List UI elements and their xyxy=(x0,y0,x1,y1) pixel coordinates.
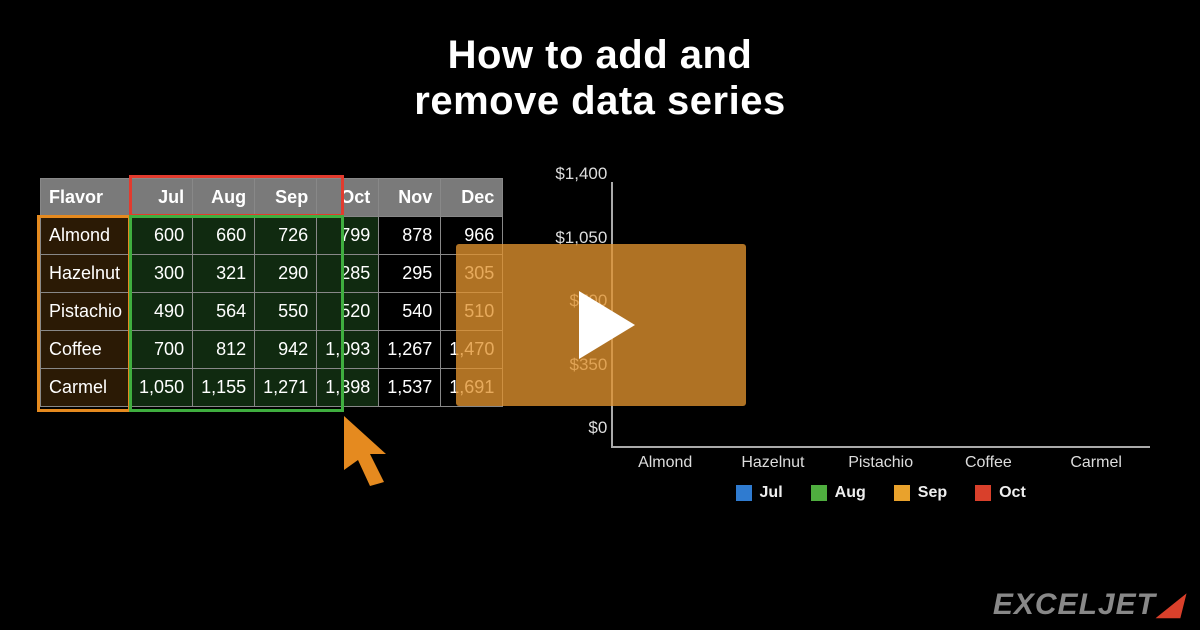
page-title: How to add and remove data series xyxy=(0,0,1200,124)
title-line-1: How to add and xyxy=(448,33,753,77)
y-tick: $1,400 xyxy=(543,164,607,184)
play-button[interactable] xyxy=(456,244,746,406)
cell[interactable]: 1,398 xyxy=(317,369,379,407)
legend-swatch-icon xyxy=(736,485,752,501)
cell[interactable]: 490 xyxy=(131,293,193,331)
x-label: Hazelnut xyxy=(719,454,827,472)
x-label: Carmel xyxy=(1042,454,1150,472)
legend-swatch-icon xyxy=(975,485,991,501)
cell[interactable]: 799 xyxy=(317,217,379,255)
cell[interactable]: 942 xyxy=(255,331,317,369)
legend-item: Jul xyxy=(736,484,783,502)
cell[interactable]: 1,537 xyxy=(379,369,441,407)
title-line-2: remove data series xyxy=(414,79,785,123)
cell[interactable]: 285 xyxy=(317,255,379,293)
cell[interactable]: 290 xyxy=(255,255,317,293)
cell[interactable]: 660 xyxy=(193,217,255,255)
cell[interactable]: 1,093 xyxy=(317,331,379,369)
play-icon xyxy=(579,291,635,359)
chart-x-axis: Almond Hazelnut Pistachio Coffee Carmel xyxy=(611,454,1150,472)
cell[interactable]: 1,155 xyxy=(193,369,255,407)
legend-label: Sep xyxy=(918,484,947,502)
legend-swatch-icon xyxy=(811,485,827,501)
cell[interactable]: 564 xyxy=(193,293,255,331)
col-header-sep[interactable]: Sep xyxy=(255,179,317,217)
chart-legend: Jul Aug Sep Oct xyxy=(611,484,1150,502)
x-label: Almond xyxy=(611,454,719,472)
x-label: Coffee xyxy=(935,454,1043,472)
cell[interactable]: 1,050 xyxy=(131,369,193,407)
table-row[interactable]: Pistachio 490 564 550 520 540 510 xyxy=(41,293,503,331)
table-row[interactable]: Almond 600 660 726 799 878 966 xyxy=(41,217,503,255)
col-header-oct[interactable]: Oct xyxy=(317,179,379,217)
cell[interactable]: 300 xyxy=(131,255,193,293)
legend-item: Aug xyxy=(811,484,866,502)
col-header-aug[interactable]: Aug xyxy=(193,179,255,217)
cell[interactable]: 520 xyxy=(317,293,379,331)
cell[interactable]: 1,271 xyxy=(255,369,317,407)
cell[interactable]: 321 xyxy=(193,255,255,293)
table-row[interactable]: Carmel 1,050 1,155 1,271 1,398 1,537 1,6… xyxy=(41,369,503,407)
brand-logo: EXCELJET◢ xyxy=(993,587,1182,622)
col-header-nov[interactable]: Nov xyxy=(379,179,441,217)
cell[interactable]: 700 xyxy=(131,331,193,369)
legend-label: Aug xyxy=(835,484,866,502)
row-label[interactable]: Carmel xyxy=(41,369,131,407)
cell[interactable]: 1,267 xyxy=(379,331,441,369)
y-tick: $0 xyxy=(543,418,607,438)
legend-label: Jul xyxy=(760,484,783,502)
legend-item: Sep xyxy=(894,484,947,502)
brand-accent-icon: ◢ xyxy=(1158,588,1182,621)
cell[interactable]: 295 xyxy=(379,255,441,293)
cell[interactable]: 812 xyxy=(193,331,255,369)
table-row[interactable]: Hazelnut 300 321 290 285 295 305 xyxy=(41,255,503,293)
cell[interactable]: 600 xyxy=(131,217,193,255)
brand-text: EXCELJET xyxy=(993,588,1156,621)
legend-swatch-icon xyxy=(894,485,910,501)
col-header-jul[interactable]: Jul xyxy=(131,179,193,217)
row-label[interactable]: Almond xyxy=(41,217,131,255)
table-row[interactable]: Coffee 700 812 942 1,093 1,267 1,470 xyxy=(41,331,503,369)
cell[interactable]: 726 xyxy=(255,217,317,255)
col-header-dec[interactable]: Dec xyxy=(441,179,503,217)
col-header-flavor[interactable]: Flavor xyxy=(41,179,131,217)
x-label: Pistachio xyxy=(827,454,935,472)
row-label[interactable]: Coffee xyxy=(41,331,131,369)
cell[interactable]: 878 xyxy=(379,217,441,255)
row-label[interactable]: Hazelnut xyxy=(41,255,131,293)
data-table[interactable]: Flavor Jul Aug Sep Oct Nov Dec Almond 60… xyxy=(40,178,503,407)
cell[interactable]: 540 xyxy=(379,293,441,331)
data-table-wrap: Flavor Jul Aug Sep Oct Nov Dec Almond 60… xyxy=(40,178,503,407)
legend-label: Oct xyxy=(999,484,1026,502)
cell[interactable]: 550 xyxy=(255,293,317,331)
row-label[interactable]: Pistachio xyxy=(41,293,131,331)
legend-item: Oct xyxy=(975,484,1026,502)
